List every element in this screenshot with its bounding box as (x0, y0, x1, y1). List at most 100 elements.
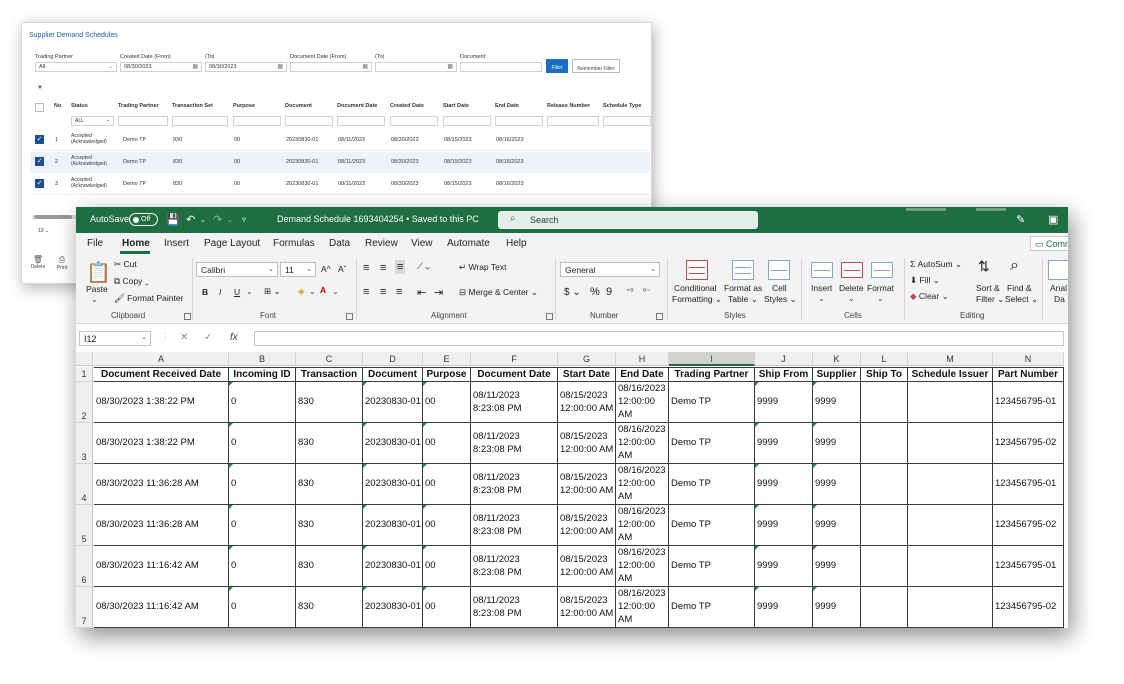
column-header-document-date[interactable]: Document Date (337, 103, 377, 109)
pen-icon[interactable]: ✎ (1016, 213, 1025, 226)
column-header-release-number[interactable]: Release Number (547, 103, 590, 109)
find-icon[interactable]: ⌕ (1010, 257, 1019, 275)
filter-cell-document[interactable] (285, 116, 333, 126)
find-select-button[interactable]: Select ⌄ (1005, 294, 1038, 305)
column-header-created-date[interactable]: Created Date (390, 103, 424, 109)
cell-purpose[interactable]: 00 (423, 464, 471, 505)
cell-styles-icon[interactable] (768, 260, 790, 280)
percent-button[interactable]: % (590, 286, 600, 298)
insert-function-icon[interactable]: fx (230, 332, 238, 343)
copy-button[interactable]: ⧉ Copy ⌄ (114, 276, 149, 287)
increase-font-size-button[interactable]: A^ (321, 264, 331, 274)
cell-styles-button[interactable]: Styles ⌄ (764, 294, 797, 305)
chevron-down-icon[interactable]: ⌄ (246, 287, 253, 296)
underline-button[interactable]: U (234, 287, 240, 297)
cell-document-received-date[interactable]: 08/30/2023 1:38:22 PM (94, 423, 229, 464)
chevron-down-icon[interactable]: ⌄ (848, 294, 855, 303)
cell-transaction[interactable]: 830 (296, 505, 363, 546)
cell-incoming-id[interactable]: 0 (229, 546, 296, 587)
cell-document[interactable]: 20230830-01 (363, 464, 423, 505)
font-name-select[interactable]: Calibri ⌄ (196, 262, 278, 277)
header-cell-incoming-id[interactable]: Incoming ID (229, 367, 296, 382)
column-header-j[interactable]: J (755, 352, 813, 366)
cell-document[interactable]: 20230830-01 (363, 587, 423, 628)
cell-document-date[interactable]: 08/11/2023 8:23:08 PM (471, 423, 558, 464)
row-checkbox[interactable]: ✓ (35, 157, 44, 166)
fill-button[interactable]: ⬇ Fill ⌄ (910, 275, 940, 286)
cell-part-number[interactable]: 123456795-02 (993, 587, 1064, 628)
header-cell-purpose[interactable]: Purpose (423, 367, 471, 382)
dialog-launcher-icon[interactable] (184, 313, 191, 320)
cell-end-date[interactable]: 08/16/2023 12:00:00 AM (616, 423, 669, 464)
search-input[interactable]: ⌕ Search (498, 211, 758, 229)
insert-button[interactable]: Insert (811, 283, 832, 293)
tab-review[interactable]: Review (365, 238, 398, 249)
row-header-5[interactable]: 5 (76, 505, 93, 546)
column-header-trading-partner[interactable]: Trading Partner (118, 103, 159, 109)
table-row[interactable]: ✓ 2 Accepted (Acknowledged) Demo TP 830 … (30, 152, 650, 173)
column-header-no[interactable]: No (54, 103, 61, 109)
column-header-status[interactable]: Status (71, 103, 88, 109)
cell-end-date[interactable]: 08/16/2023 12:00:00 AM (616, 464, 669, 505)
dialog-launcher-icon[interactable] (346, 313, 353, 320)
header-cell-start-date[interactable]: Start Date (558, 367, 616, 382)
cell-start-date[interactable]: 08/15/2023 12:00:00 AM (558, 546, 616, 587)
cell-supplier[interactable]: 9999 (813, 464, 861, 505)
row-header-6[interactable]: 6 (76, 546, 93, 587)
cell-ship-to[interactable] (861, 423, 908, 464)
cell-ship-from[interactable]: 9999 (755, 382, 813, 423)
chevron-down-icon[interactable]: ⌄ (332, 287, 339, 296)
align-top-icon[interactable]: ≡ (363, 262, 369, 274)
wrap-text-button[interactable]: ↵ Wrap Text (459, 262, 506, 273)
cell-start-date[interactable]: 08/15/2023 12:00:00 AM (558, 587, 616, 628)
number-format-select[interactable]: General ⌄ (560, 262, 660, 277)
cell-incoming-id[interactable]: 0 (229, 423, 296, 464)
column-header-b[interactable]: B (229, 352, 296, 366)
tab-home[interactable]: Home (122, 238, 150, 249)
column-header-c[interactable]: C (296, 352, 363, 366)
dialog-launcher-icon[interactable] (546, 313, 553, 320)
align-left-icon[interactable]: ≡ (363, 286, 369, 298)
cell-trading-partner[interactable]: Demo TP (669, 505, 755, 546)
row-header-2[interactable]: 2 (76, 382, 93, 423)
row-header-4[interactable]: 4 (76, 464, 93, 505)
cell-part-number[interactable]: 123456795-01 (993, 382, 1064, 423)
delete-button[interactable]: 🗑 Delete (29, 255, 47, 270)
header-cell-supplier[interactable]: Supplier (813, 367, 861, 382)
cell-purpose[interactable]: 00 (423, 546, 471, 587)
cell-ship-to[interactable] (861, 464, 908, 505)
tab-view[interactable]: View (411, 238, 433, 249)
decrease-decimal-icon[interactable]: ⁰⁻ (643, 287, 650, 296)
cell-supplier[interactable]: 9999 (813, 423, 861, 464)
table-row[interactable]: ✓ 1 Accepted (Acknowledged) Demo TP 830 … (30, 130, 650, 151)
tab-help[interactable]: Help (506, 238, 527, 249)
column-header-e[interactable]: E (423, 352, 471, 366)
filter-cell-partner[interactable] (118, 116, 168, 126)
select-all-corner[interactable] (76, 352, 93, 366)
file-title[interactable]: Demand Schedule 1693404254 • Saved to th… (277, 214, 479, 224)
format-as-table-icon[interactable] (732, 260, 754, 280)
filter-button[interactable]: Filter (546, 59, 568, 73)
created-date-from-input[interactable]: 08/30/2023 ▦ (120, 62, 202, 72)
document-date-to-input[interactable]: ▦ (375, 62, 457, 72)
cell-end-date[interactable]: 08/16/2023 12:00:00 AM (616, 505, 669, 546)
cell-start-date[interactable]: 08/15/2023 12:00:00 AM (558, 423, 616, 464)
column-header-f[interactable]: F (471, 352, 558, 366)
column-header-h[interactable]: H (616, 352, 669, 366)
align-middle-icon[interactable]: ≡ (380, 262, 386, 274)
filter-cell-start-date[interactable] (443, 116, 491, 126)
chevron-down-icon[interactable]: ⌄ (818, 294, 825, 303)
table-row[interactable]: ✓ 3 Accepted (Acknowledged) Demo TP 830 … (30, 174, 650, 195)
cell-document-received-date[interactable]: 08/30/2023 11:16:42 AM (94, 546, 229, 587)
comments-button[interactable]: ▭ Comm (1030, 236, 1068, 251)
cell-supplier[interactable]: 9999 (813, 505, 861, 546)
currency-button[interactable]: $ ⌄ (564, 287, 581, 298)
column-header-document[interactable]: Document (285, 103, 312, 109)
cell-incoming-id[interactable]: 0 (229, 587, 296, 628)
ribbon-display-icon[interactable]: ▣ (1048, 213, 1058, 226)
filter-cell-end-date[interactable] (495, 116, 543, 126)
funnel-icon[interactable]: ▼ (37, 85, 43, 91)
column-header-i[interactable]: I (669, 352, 755, 366)
cell-document-date[interactable]: 08/11/2023 8:23:08 PM (471, 546, 558, 587)
cell-document[interactable]: 20230830-01 (363, 423, 423, 464)
